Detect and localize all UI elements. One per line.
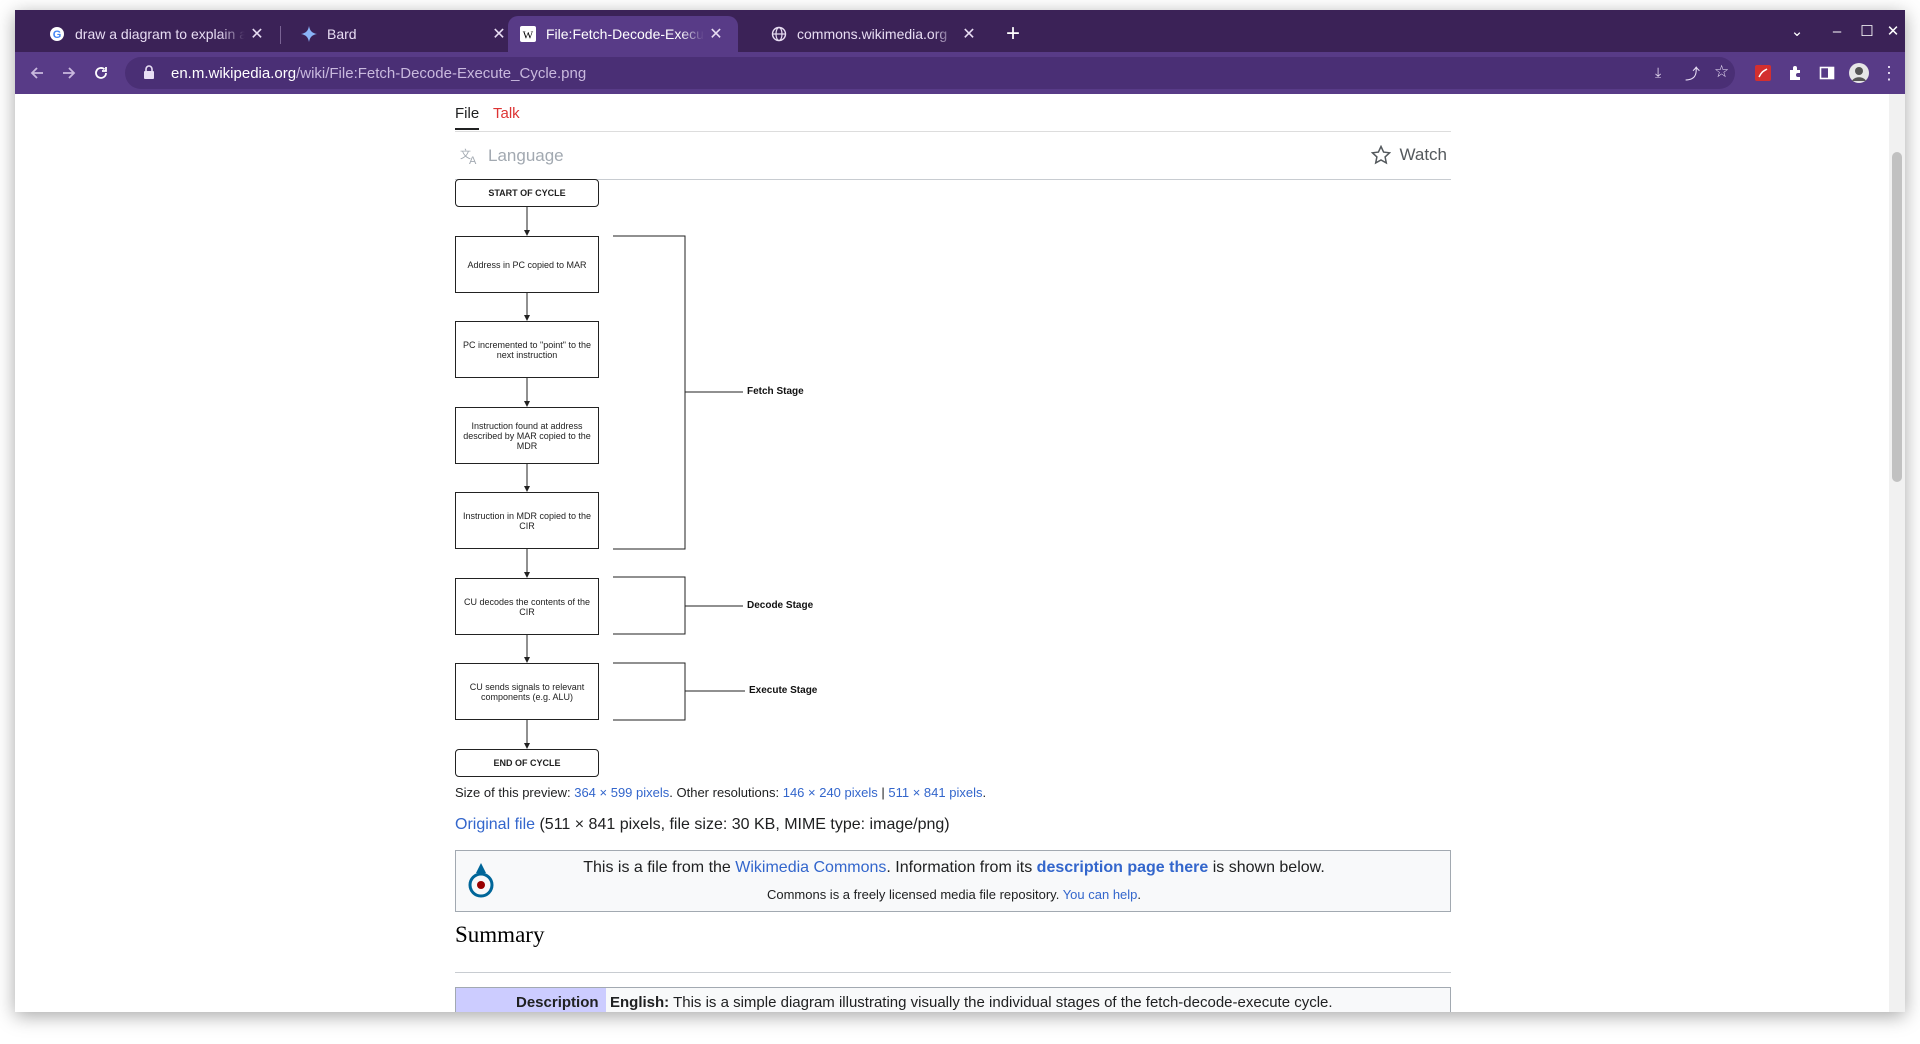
pdf-extension-icon[interactable] [1749, 59, 1777, 87]
address-bar[interactable]: en.m.wikipedia.org/wiki/File:Fetch-Decod… [125, 57, 1735, 89]
new-tab-button[interactable]: + [1000, 22, 1026, 48]
language-label: Language [488, 146, 564, 165]
fetch-stage-label: Fetch Stage [747, 386, 804, 397]
install-app-icon[interactable]: ⤓ [1655, 64, 1661, 81]
step-box: PC incremented to "point" to the next in… [455, 321, 599, 378]
end-of-cycle-box: END OF CYCLE [455, 749, 599, 777]
share-icon[interactable]: ⤴ [1685, 63, 1700, 84]
globe-icon [771, 26, 787, 42]
page-content: File Talk 文A Language Watch START OF CYC… [15, 94, 1889, 1012]
wikimedia-commons-link[interactable]: Wikimedia Commons [735, 859, 886, 876]
tab-strip: G draw a diagram to explain a ✕ Bard ✕ W… [15, 10, 1905, 52]
reload-icon [95, 67, 107, 79]
step-box: Instruction found at address described b… [455, 407, 599, 464]
resolution-link-small[interactable]: 146 × 240 pixels [783, 785, 878, 800]
step-box: Address in PC copied to MAR [455, 236, 599, 293]
bard-sparkle-icon [301, 26, 317, 42]
commons-notice-line1: This is a file from the Wikimedia Common… [583, 859, 1325, 876]
tab-title: draw a diagram to explain a [75, 26, 245, 42]
desktop: G draw a diagram to explain a ✕ Bard ✕ W… [0, 0, 1920, 1044]
start-of-cycle-box: START OF CYCLE [455, 179, 599, 207]
url-text[interactable]: en.m.wikipedia.org/wiki/File:Fetch-Decod… [171, 65, 586, 82]
svg-text:A: A [469, 155, 477, 165]
description-header: Description [456, 988, 606, 1012]
close-icon[interactable]: ✕ [245, 22, 269, 46]
side-panel-icon[interactable] [1813, 59, 1841, 87]
star-icon [1371, 145, 1392, 165]
tab-commons[interactable]: commons.wikimedia.org ✕ [751, 16, 991, 52]
fetch-decode-execute-diagram[interactable]: START OF CYCLE Address in PC copied to M… [455, 179, 819, 778]
wikipedia-icon: W [520, 26, 536, 42]
close-window-button[interactable]: ✕ [1881, 20, 1905, 44]
svg-text:G: G [53, 29, 62, 41]
tab-google-search[interactable]: G draw a diagram to explain a ✕ [29, 16, 279, 52]
preview-size-line: Size of this preview: 364 × 599 pixels. … [455, 785, 987, 800]
description-row: Description English: This is a simple di… [455, 987, 1451, 1012]
step-box: CU decodes the contents of the CIR [455, 578, 599, 635]
close-icon[interactable]: ✕ [957, 22, 981, 46]
watch-label: Watch [1399, 145, 1447, 164]
tab-bard[interactable]: Bard ✕ [281, 16, 521, 52]
extensions-puzzle-icon[interactable] [1781, 59, 1809, 87]
minimize-button[interactable]: – [1825, 20, 1849, 44]
original-file-line: Original file (511 × 841 pixels, file si… [455, 816, 950, 833]
tab-title: Bard [327, 26, 357, 42]
you-can-help-link[interactable]: You can help [1063, 887, 1138, 902]
decode-stage-label: Decode Stage [747, 600, 814, 611]
maximize-button[interactable]: ☐ [1855, 20, 1879, 44]
commons-notice-line2: Commons is a freely licensed media file … [766, 887, 1142, 902]
google-icon: G [49, 26, 65, 42]
back-arrow-icon [30, 67, 43, 79]
svg-text:W: W [523, 30, 534, 42]
forward-arrow-icon [63, 67, 76, 79]
close-icon[interactable]: ✕ [704, 22, 728, 46]
resolution-link-full[interactable]: 511 × 841 pixels [888, 785, 982, 800]
tab-file[interactable]: File [455, 102, 480, 130]
back-button[interactable] [23, 59, 51, 87]
profile-avatar[interactable] [1845, 59, 1873, 87]
forward-button[interactable] [55, 59, 83, 87]
description-text: English: This is a simple diagram illust… [610, 994, 1333, 1011]
watch-button[interactable]: Watch [1371, 145, 1447, 165]
translate-icon: 文A [460, 147, 477, 165]
bookmark-star-icon[interactable]: ☆ [1714, 62, 1729, 82]
reload-button[interactable] [87, 59, 115, 87]
page-actions-row: 文A Language Watch [455, 132, 1451, 180]
description-page-link[interactable]: description page there [1037, 859, 1209, 876]
tab-wikipedia-file[interactable]: W File:Fetch-Decode-Execute C ✕ [508, 16, 738, 52]
browser-toolbar: en.m.wikipedia.org/wiki/File:Fetch-Decod… [15, 52, 1905, 94]
scrollbar[interactable] [1889, 94, 1905, 1012]
step-box: CU sends signals to relevant components … [455, 663, 599, 720]
tab-talk[interactable]: Talk [493, 102, 520, 130]
execute-stage-label: Execute Stage [749, 685, 818, 696]
original-file-link[interactable]: Original file [455, 816, 535, 833]
summary-heading[interactable]: Summary [455, 922, 544, 948]
tab-title: File:Fetch-Decode-Execute C [546, 26, 704, 42]
menu-kebab-icon[interactable]: ⋮ [1875, 59, 1903, 87]
language-button[interactable]: 文A Language [460, 146, 564, 166]
lock-icon[interactable] [143, 65, 155, 84]
step-box: Instruction in MDR copied to the CIR [455, 492, 599, 549]
browser-window: G draw a diagram to explain a ✕ Bard ✕ W… [15, 10, 1905, 1012]
tab-search-chevron-icon[interactable]: ⌄ [1785, 20, 1809, 44]
commons-notice: This is a file from the Wikimedia Common… [455, 850, 1451, 912]
divider [455, 972, 1451, 973]
scrollbar-thumb[interactable] [1892, 152, 1902, 482]
tab-title: commons.wikimedia.org [797, 26, 948, 42]
preview-size-link[interactable]: 364 × 599 pixels [574, 785, 669, 800]
